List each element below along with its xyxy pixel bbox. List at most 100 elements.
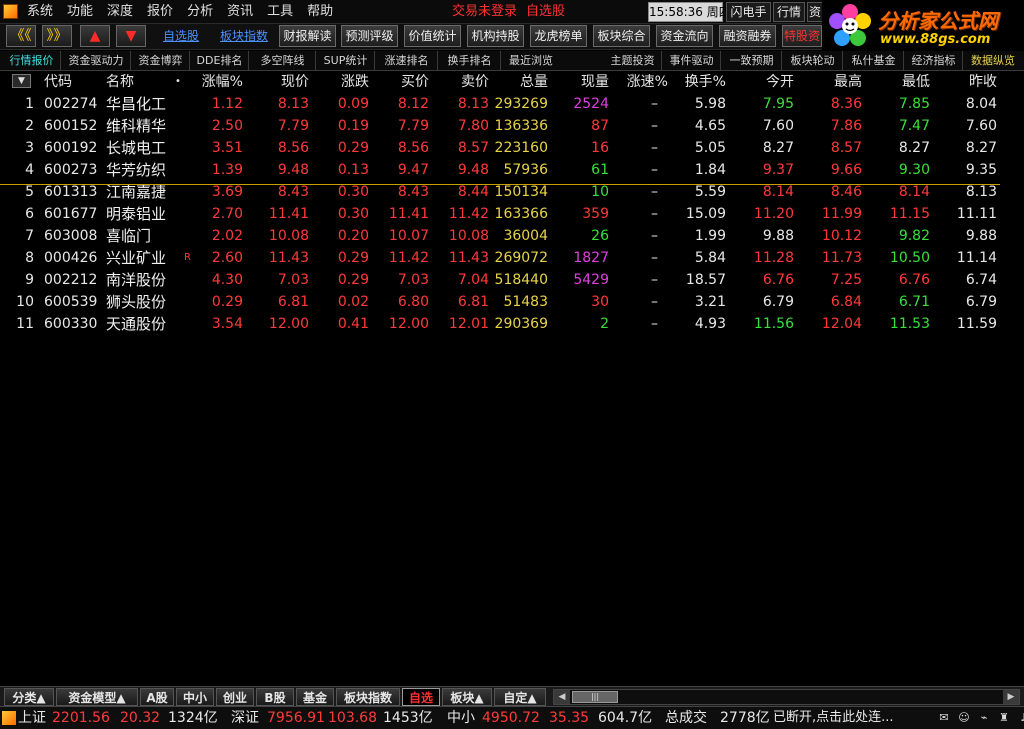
subtab-fund-game[interactable]: 资金博弈 xyxy=(132,51,190,70)
btn-financial-report[interactable]: 财报解读 xyxy=(279,25,336,47)
btn-institution-holdings[interactable]: 机构持股 xyxy=(467,25,524,47)
sh-label[interactable]: 上证 xyxy=(18,707,46,729)
btab-sector-index[interactable]: 板块指数 xyxy=(336,688,400,706)
speaker-icon[interactable]: ♪ xyxy=(1016,710,1024,726)
info-button[interactable]: 资 xyxy=(807,2,823,22)
horizontal-scrollbar[interactable]: ◀ ||| ▶ xyxy=(553,689,1020,705)
table-row[interactable]: 2 600152 维科精华 2.50 7.79 0.19 7.79 7.80 136336 87 –… xyxy=(0,115,1024,137)
btab-sector[interactable]: 板块▲ xyxy=(442,688,492,706)
btab-sme[interactable]: 中小 xyxy=(176,688,214,706)
menu-system[interactable]: 系统 xyxy=(20,0,60,24)
col-price[interactable]: 现价 xyxy=(250,71,309,93)
btn-margin-trading[interactable]: 融资融券 xyxy=(719,25,776,47)
subtab-quote[interactable]: 行情报价 xyxy=(3,51,61,70)
subtab-fund-drive[interactable]: 资金驱动力 xyxy=(62,51,131,70)
flash-trade-button[interactable]: 闪电手 xyxy=(726,2,771,22)
table-row[interactable]: 1 002274 华昌化工 1.12 8.13 0.09 8.12 8.13 293269 252… xyxy=(0,93,1024,115)
subtab-turnover-rank[interactable]: 换手排名 xyxy=(439,51,501,70)
btab-fund-model[interactable]: 资金模型▲ xyxy=(56,688,138,706)
col-bid[interactable]: 买价 xyxy=(374,71,429,93)
btn-dragon-tiger-list[interactable]: 龙虎榜单 xyxy=(530,25,587,47)
table-row[interactable]: 4 600273 华芳纺织 1.39 9.48 0.13 9.47 9.48 57936 61 – 1… xyxy=(0,159,1024,181)
menu-help[interactable]: 帮助 xyxy=(300,0,340,24)
sz-label[interactable]: 深证 xyxy=(231,707,259,729)
col-ask[interactable]: 卖价 xyxy=(434,71,489,93)
col-change[interactable]: 涨跌 xyxy=(316,71,369,93)
btab-custom[interactable]: 自定▲ xyxy=(494,688,546,706)
cell-volume: 269072 xyxy=(494,250,548,266)
btab-watchlist[interactable]: 自选 xyxy=(402,688,440,706)
subtab-sup-stats[interactable]: SUP统计 xyxy=(317,51,375,70)
col-prev-close[interactable]: 昨收 xyxy=(935,71,997,93)
table-row[interactable]: 3 600192 长城电工 3.51 8.56 0.29 8.56 8.57 223160 16 –… xyxy=(0,137,1024,159)
table-row[interactable]: 9 002212 南洋股份 4.30 7.03 0.29 7.03 7.04 518440 542… xyxy=(0,269,1024,291)
connection-status[interactable]: 已断开,点击此处连... xyxy=(773,707,894,729)
btab-b-share[interactable]: B股 xyxy=(256,688,294,706)
table-row[interactable]: 11 600330 天通股份 3.54 12.00 0.41 12.00 12.01 29036… xyxy=(0,313,1024,335)
cell-index: 6 xyxy=(25,206,34,222)
subtab-sector-rotation[interactable]: 板块轮动 xyxy=(783,51,843,70)
zx-label[interactable]: 中小 xyxy=(447,707,475,729)
cell-pct-change: 2.02 xyxy=(211,228,243,244)
scroll-thumb[interactable]: ||| xyxy=(572,691,618,703)
btab-gem[interactable]: 创业 xyxy=(216,688,254,706)
subtab-consensus[interactable]: 一致预期 xyxy=(722,51,782,70)
subtab-dde-rank[interactable]: DDE排名 xyxy=(191,51,249,70)
link-watchlist[interactable]: 自选股 xyxy=(163,24,199,48)
app-logo-icon[interactable] xyxy=(3,4,18,19)
menu-quote[interactable]: 报价 xyxy=(140,0,180,24)
col-turnover[interactable]: 换手% xyxy=(670,71,726,93)
subtab-speed-rank[interactable]: 涨速排名 xyxy=(376,51,438,70)
table-row[interactable]: 7 603008 喜临门 2.02 10.08 0.20 10.07 10.08 36004 26… xyxy=(0,225,1024,247)
col-pct-change[interactable]: 涨幅% xyxy=(186,71,243,93)
trade-login-status[interactable]: 交易未登录 xyxy=(452,0,517,24)
col-current-vol[interactable]: 现量 xyxy=(556,71,609,93)
link-sector-index[interactable]: 板块指数 xyxy=(220,24,268,48)
btn-sector-overview[interactable]: 板块综合 xyxy=(593,25,650,47)
btab-fund[interactable]: 基金 xyxy=(296,688,334,706)
scroll-right-icon[interactable]: ▶ xyxy=(1003,690,1019,704)
btn-fund-flow[interactable]: 资金流向 xyxy=(656,25,713,47)
subtab-bull-bear[interactable]: 多空阵线 xyxy=(250,51,316,70)
subtab-data-overview[interactable]: 数据纵览 xyxy=(964,51,1022,70)
subtab-theme-invest[interactable]: 主题投资 xyxy=(604,51,662,70)
btab-category[interactable]: 分类▲ xyxy=(4,688,54,706)
table-row[interactable]: 6 601677 明泰铝业 2.70 11.41 0.30 11.41 11.42 163366… xyxy=(0,203,1024,225)
table-row[interactable]: 10 600539 狮头股份 0.29 6.81 0.02 6.80 6.81 51483 30 –… xyxy=(0,291,1024,313)
menu-analysis[interactable]: 分析 xyxy=(180,0,220,24)
subtab-economic-index[interactable]: 经济指标 xyxy=(905,51,963,70)
status-bar: 上证 2201.56 20.32 1324亿 深证 7956.91 103.68… xyxy=(0,706,1024,729)
page-forward-button[interactable]: 》》 xyxy=(42,25,72,47)
col-volume[interactable]: 总量 xyxy=(490,71,548,93)
table-row[interactable]: 8 000426 兴业矿业 R 2.60 11.43 0.29 11.42 11.43 26907… xyxy=(0,247,1024,269)
col-code[interactable]: 代码 xyxy=(44,71,72,93)
col-low[interactable]: 最低 xyxy=(868,71,930,93)
btn-value-stats[interactable]: 价值统计 xyxy=(404,25,461,47)
col-high[interactable]: 最高 xyxy=(800,71,862,93)
cell-index: 7 xyxy=(25,228,34,244)
menu-function[interactable]: 功能 xyxy=(60,0,100,24)
btn-forecast-rating[interactable]: 预测评级 xyxy=(341,25,398,47)
btab-a-share[interactable]: A股 xyxy=(140,688,174,706)
menu-tools[interactable]: 工具 xyxy=(260,0,300,24)
cell-open: 8.27 xyxy=(762,140,794,156)
scroll-down-button[interactable]: ▼ xyxy=(116,25,146,47)
scroll-left-icon[interactable]: ◀ xyxy=(554,690,570,704)
quote-button[interactable]: 行情 xyxy=(773,2,805,22)
col-speed[interactable]: 涨速% xyxy=(614,71,668,93)
menu-depth[interactable]: 深度 xyxy=(100,0,140,24)
subtab-event-drive[interactable]: 事件驱动 xyxy=(663,51,721,70)
menu-news[interactable]: 资讯 xyxy=(220,0,260,24)
col-name[interactable]: 名称 xyxy=(106,71,134,93)
col-open[interactable]: 今开 xyxy=(736,71,794,93)
subtab-recent[interactable]: 最近浏览 xyxy=(502,51,560,70)
mail-icon[interactable]: ✉ xyxy=(936,710,952,726)
wifi-icon[interactable]: ⌁ xyxy=(976,710,992,726)
lock-icon[interactable]: ♜ xyxy=(996,710,1012,726)
page-back-button[interactable]: 《《 xyxy=(6,25,36,47)
smile-icon[interactable]: ☺ xyxy=(956,710,972,726)
btn-special-stock[interactable]: 特股资 xyxy=(782,25,822,47)
subtab-private-fund[interactable]: 私什基金 xyxy=(844,51,904,70)
sort-dropdown-icon[interactable]: ▼ xyxy=(12,74,31,88)
scroll-up-button[interactable]: ▲ xyxy=(80,25,110,47)
